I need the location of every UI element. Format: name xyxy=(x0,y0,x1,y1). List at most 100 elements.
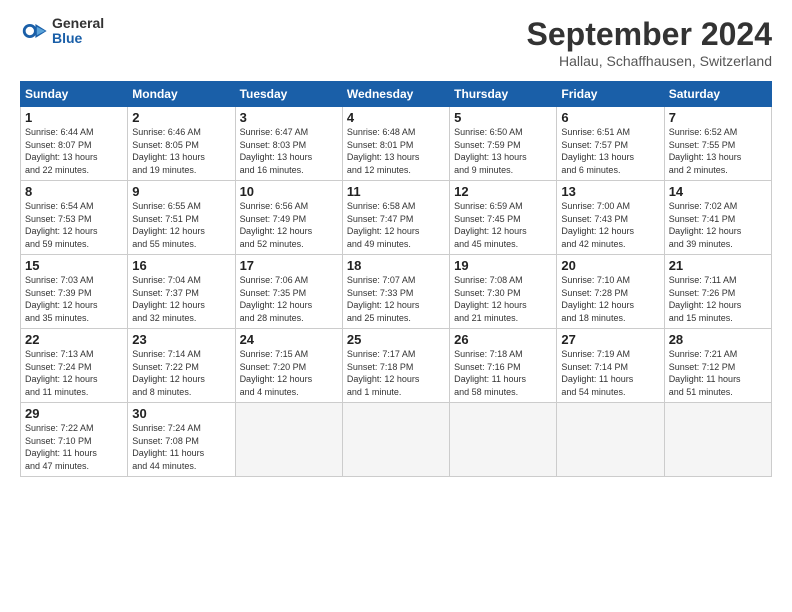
calendar-table: SundayMondayTuesdayWednesdayThursdayFrid… xyxy=(20,81,772,477)
calendar-cell: 13Sunrise: 7:00 AM Sunset: 7:43 PM Dayli… xyxy=(557,181,664,255)
day-info: Sunrise: 7:14 AM Sunset: 7:22 PM Dayligh… xyxy=(132,348,230,398)
calendar-cell: 14Sunrise: 7:02 AM Sunset: 7:41 PM Dayli… xyxy=(664,181,771,255)
day-info: Sunrise: 6:55 AM Sunset: 7:51 PM Dayligh… xyxy=(132,200,230,250)
calendar-week-1: 1Sunrise: 6:44 AM Sunset: 8:07 PM Daylig… xyxy=(21,107,772,181)
calendar-cell: 17Sunrise: 7:06 AM Sunset: 7:35 PM Dayli… xyxy=(235,255,342,329)
day-number: 30 xyxy=(132,406,230,421)
calendar-cell xyxy=(235,403,342,477)
calendar-cell: 6Sunrise: 6:51 AM Sunset: 7:57 PM Daylig… xyxy=(557,107,664,181)
day-number: 25 xyxy=(347,332,445,347)
weekday-header-sunday: Sunday xyxy=(21,82,128,107)
title-block: September 2024 Hallau, Schaffhausen, Swi… xyxy=(527,16,772,69)
logo-blue-text: Blue xyxy=(52,31,104,46)
weekday-header-thursday: Thursday xyxy=(450,82,557,107)
calendar-week-2: 8Sunrise: 6:54 AM Sunset: 7:53 PM Daylig… xyxy=(21,181,772,255)
calendar-cell: 4Sunrise: 6:48 AM Sunset: 8:01 PM Daylig… xyxy=(342,107,449,181)
day-number: 5 xyxy=(454,110,552,125)
day-number: 17 xyxy=(240,258,338,273)
calendar-cell: 10Sunrise: 6:56 AM Sunset: 7:49 PM Dayli… xyxy=(235,181,342,255)
day-number: 19 xyxy=(454,258,552,273)
day-info: Sunrise: 7:07 AM Sunset: 7:33 PM Dayligh… xyxy=(347,274,445,324)
calendar-cell: 23Sunrise: 7:14 AM Sunset: 7:22 PM Dayli… xyxy=(128,329,235,403)
day-info: Sunrise: 6:51 AM Sunset: 7:57 PM Dayligh… xyxy=(561,126,659,176)
day-info: Sunrise: 7:06 AM Sunset: 7:35 PM Dayligh… xyxy=(240,274,338,324)
weekday-header-friday: Friday xyxy=(557,82,664,107)
calendar-cell: 27Sunrise: 7:19 AM Sunset: 7:14 PM Dayli… xyxy=(557,329,664,403)
day-info: Sunrise: 6:54 AM Sunset: 7:53 PM Dayligh… xyxy=(25,200,123,250)
calendar-cell: 26Sunrise: 7:18 AM Sunset: 7:16 PM Dayli… xyxy=(450,329,557,403)
day-number: 6 xyxy=(561,110,659,125)
day-info: Sunrise: 7:19 AM Sunset: 7:14 PM Dayligh… xyxy=(561,348,659,398)
calendar-cell: 29Sunrise: 7:22 AM Sunset: 7:10 PM Dayli… xyxy=(21,403,128,477)
day-info: Sunrise: 7:24 AM Sunset: 7:08 PM Dayligh… xyxy=(132,422,230,472)
day-number: 1 xyxy=(25,110,123,125)
day-info: Sunrise: 7:00 AM Sunset: 7:43 PM Dayligh… xyxy=(561,200,659,250)
calendar-cell: 25Sunrise: 7:17 AM Sunset: 7:18 PM Dayli… xyxy=(342,329,449,403)
day-number: 26 xyxy=(454,332,552,347)
logo-general-text: General xyxy=(52,16,104,31)
day-number: 23 xyxy=(132,332,230,347)
day-number: 9 xyxy=(132,184,230,199)
day-number: 10 xyxy=(240,184,338,199)
day-number: 11 xyxy=(347,184,445,199)
day-number: 15 xyxy=(25,258,123,273)
header: General Blue September 2024 Hallau, Scha… xyxy=(20,16,772,69)
month-title: September 2024 xyxy=(527,16,772,53)
calendar-cell: 2Sunrise: 6:46 AM Sunset: 8:05 PM Daylig… xyxy=(128,107,235,181)
day-info: Sunrise: 6:58 AM Sunset: 7:47 PM Dayligh… xyxy=(347,200,445,250)
calendar-week-4: 22Sunrise: 7:13 AM Sunset: 7:24 PM Dayli… xyxy=(21,329,772,403)
calendar-week-3: 15Sunrise: 7:03 AM Sunset: 7:39 PM Dayli… xyxy=(21,255,772,329)
day-info: Sunrise: 7:22 AM Sunset: 7:10 PM Dayligh… xyxy=(25,422,123,472)
day-number: 2 xyxy=(132,110,230,125)
day-number: 14 xyxy=(669,184,767,199)
day-info: Sunrise: 7:04 AM Sunset: 7:37 PM Dayligh… xyxy=(132,274,230,324)
calendar-cell: 12Sunrise: 6:59 AM Sunset: 7:45 PM Dayli… xyxy=(450,181,557,255)
day-info: Sunrise: 6:44 AM Sunset: 8:07 PM Dayligh… xyxy=(25,126,123,176)
calendar-cell xyxy=(450,403,557,477)
day-info: Sunrise: 6:47 AM Sunset: 8:03 PM Dayligh… xyxy=(240,126,338,176)
calendar-cell: 28Sunrise: 7:21 AM Sunset: 7:12 PM Dayli… xyxy=(664,329,771,403)
day-info: Sunrise: 7:10 AM Sunset: 7:28 PM Dayligh… xyxy=(561,274,659,324)
day-info: Sunrise: 6:52 AM Sunset: 7:55 PM Dayligh… xyxy=(669,126,767,176)
calendar-cell: 3Sunrise: 6:47 AM Sunset: 8:03 PM Daylig… xyxy=(235,107,342,181)
weekday-header-row: SundayMondayTuesdayWednesdayThursdayFrid… xyxy=(21,82,772,107)
calendar-cell: 20Sunrise: 7:10 AM Sunset: 7:28 PM Dayli… xyxy=(557,255,664,329)
calendar-cell: 8Sunrise: 6:54 AM Sunset: 7:53 PM Daylig… xyxy=(21,181,128,255)
day-number: 24 xyxy=(240,332,338,347)
day-number: 16 xyxy=(132,258,230,273)
logo: General Blue xyxy=(20,16,104,47)
calendar-cell: 1Sunrise: 6:44 AM Sunset: 8:07 PM Daylig… xyxy=(21,107,128,181)
logo-icon xyxy=(20,17,48,45)
day-number: 8 xyxy=(25,184,123,199)
day-info: Sunrise: 6:56 AM Sunset: 7:49 PM Dayligh… xyxy=(240,200,338,250)
day-info: Sunrise: 6:48 AM Sunset: 8:01 PM Dayligh… xyxy=(347,126,445,176)
location: Hallau, Schaffhausen, Switzerland xyxy=(527,53,772,69)
day-number: 22 xyxy=(25,332,123,347)
calendar-cell: 5Sunrise: 6:50 AM Sunset: 7:59 PM Daylig… xyxy=(450,107,557,181)
calendar-cell: 30Sunrise: 7:24 AM Sunset: 7:08 PM Dayli… xyxy=(128,403,235,477)
day-info: Sunrise: 6:59 AM Sunset: 7:45 PM Dayligh… xyxy=(454,200,552,250)
calendar-cell: 11Sunrise: 6:58 AM Sunset: 7:47 PM Dayli… xyxy=(342,181,449,255)
day-number: 13 xyxy=(561,184,659,199)
calendar-cell: 7Sunrise: 6:52 AM Sunset: 7:55 PM Daylig… xyxy=(664,107,771,181)
day-number: 29 xyxy=(25,406,123,421)
day-number: 18 xyxy=(347,258,445,273)
day-number: 27 xyxy=(561,332,659,347)
calendar-cell: 18Sunrise: 7:07 AM Sunset: 7:33 PM Dayli… xyxy=(342,255,449,329)
calendar-cell: 24Sunrise: 7:15 AM Sunset: 7:20 PM Dayli… xyxy=(235,329,342,403)
day-info: Sunrise: 7:13 AM Sunset: 7:24 PM Dayligh… xyxy=(25,348,123,398)
day-number: 21 xyxy=(669,258,767,273)
calendar-cell xyxy=(342,403,449,477)
day-info: Sunrise: 7:11 AM Sunset: 7:26 PM Dayligh… xyxy=(669,274,767,324)
calendar-cell xyxy=(557,403,664,477)
weekday-header-saturday: Saturday xyxy=(664,82,771,107)
weekday-header-wednesday: Wednesday xyxy=(342,82,449,107)
day-number: 28 xyxy=(669,332,767,347)
calendar-cell xyxy=(664,403,771,477)
day-info: Sunrise: 7:03 AM Sunset: 7:39 PM Dayligh… xyxy=(25,274,123,324)
weekday-header-tuesday: Tuesday xyxy=(235,82,342,107)
calendar-cell: 16Sunrise: 7:04 AM Sunset: 7:37 PM Dayli… xyxy=(128,255,235,329)
calendar-week-5: 29Sunrise: 7:22 AM Sunset: 7:10 PM Dayli… xyxy=(21,403,772,477)
day-number: 4 xyxy=(347,110,445,125)
weekday-header-monday: Monday xyxy=(128,82,235,107)
